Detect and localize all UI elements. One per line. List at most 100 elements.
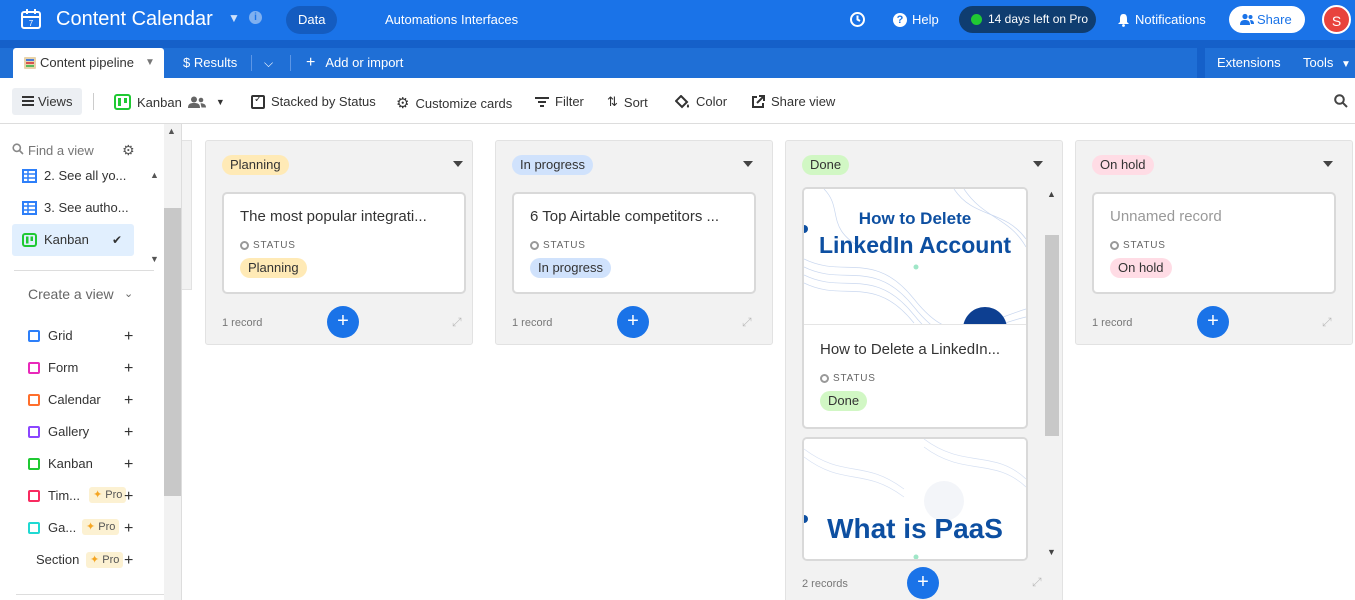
nav-data[interactable]: Data — [286, 6, 338, 34]
scroll-down-icon[interactable]: ▼ — [150, 254, 159, 264]
nav-interfaces[interactable]: Interfaces — [449, 6, 530, 34]
record-card[interactable]: The most popular integrati... STATUS Pla… — [222, 192, 466, 294]
record-card[interactable]: Unnamed record STATUS On hold — [1092, 192, 1336, 294]
scroll-up-icon[interactable]: ▲ — [1047, 189, 1056, 199]
expand-icon[interactable]: ⤢ — [1322, 315, 1332, 330]
share-view-icon — [752, 94, 765, 108]
plus-icon[interactable]: + — [124, 329, 133, 345]
expand-icon[interactable]: ⤢ — [742, 315, 752, 330]
views-label: Views — [38, 94, 73, 109]
search-icon[interactable] — [1334, 94, 1348, 108]
scroll-up-icon[interactable]: ▲ — [167, 126, 176, 136]
gear-icon[interactable]: ⚙ — [122, 142, 135, 159]
column-done: Done How to Delete LinkedIn Account How … — [785, 140, 1063, 600]
plus-icon[interactable]: + — [124, 457, 133, 473]
scroll-up-icon[interactable]: ▲ — [150, 170, 159, 180]
sort-button[interactable]: ⇅ Sort — [607, 94, 648, 110]
sidebar-item-label: 3. See autho... — [44, 200, 129, 215]
tab-content-pipeline[interactable]: Content pipeline ▼ — [13, 48, 164, 78]
chevron-down-icon[interactable]: ⌄ — [124, 287, 133, 300]
add-or-import-label: Add or import — [325, 55, 404, 70]
divider — [14, 270, 154, 271]
plus-icon[interactable]: + — [124, 553, 133, 569]
share-view-label: Share view — [771, 94, 836, 109]
chevron-down-icon[interactable]: ▼ — [145, 48, 155, 78]
sparkle-icon: ✦ — [90, 554, 100, 566]
plus-icon[interactable]: + — [124, 425, 133, 441]
caret-down-icon[interactable] — [453, 161, 463, 167]
status-field-icon — [1110, 241, 1119, 250]
pro-label: Pro — [98, 521, 116, 533]
create-view-label[interactable]: Create a view — [28, 286, 114, 302]
views-sidebar: ⚙ 2. See all yo... 3. See autho... Kanba… — [0, 124, 164, 600]
create-item-label: Gallery — [48, 424, 90, 439]
share-view-button[interactable]: Share view — [751, 94, 835, 109]
avatar[interactable]: S — [1322, 5, 1351, 34]
create-item-label: Tim... — [48, 488, 81, 503]
sidebar-item-kanban[interactable]: Kanban ✔ — [12, 224, 134, 256]
sidebar-item-view-2[interactable]: 2. See all yo... — [12, 160, 134, 192]
sidebar-item-view-3[interactable]: 3. See autho... — [12, 192, 134, 224]
base-title[interactable]: Content Calendar — [56, 8, 213, 31]
color-button[interactable]: Color — [675, 94, 727, 109]
tools-label: Tools — [1303, 55, 1334, 70]
calendar-icon — [28, 394, 40, 406]
extensions-button[interactable]: Extensions — [1217, 48, 1281, 78]
plus-icon[interactable]: + — [124, 489, 133, 505]
calendar-icon[interactable]: 7 — [20, 8, 42, 30]
add-record-button[interactable]: + — [617, 306, 649, 338]
scrollbar-thumb[interactable] — [164, 208, 181, 496]
stacked-by-button[interactable]: ✓ Stacked by Status — [251, 94, 376, 109]
record-card[interactable]: How to Delete LinkedIn Account How to De… — [802, 187, 1028, 429]
field-label: STATUS — [530, 240, 586, 251]
add-or-import-button[interactable]: + Add or import — [306, 48, 403, 78]
more-tables-chevron-icon[interactable]: ⌵ — [264, 48, 273, 78]
sort-label: Sort — [623, 94, 648, 110]
tab-results[interactable]: $ Results — [183, 48, 237, 78]
add-record-button[interactable]: + — [907, 567, 939, 599]
add-record-button[interactable]: + — [1197, 306, 1229, 338]
plus-icon[interactable]: + — [124, 393, 133, 409]
plus-icon[interactable]: + — [124, 521, 133, 537]
expand-icon[interactable]: ⤢ — [1032, 575, 1042, 590]
add-record-button[interactable]: + — [327, 306, 359, 338]
history-icon[interactable] — [849, 11, 866, 28]
scrollbar-thumb[interactable] — [1045, 235, 1059, 436]
card-title: Unnamed record — [1110, 208, 1222, 225]
caret-down-icon[interactable] — [743, 161, 753, 167]
status-badge: Planning — [240, 258, 307, 278]
record-card[interactable]: 6 Top Airtable competitors ... STATUS In… — [512, 192, 756, 294]
caret-down-icon[interactable] — [1323, 161, 1333, 167]
help-button[interactable]: ? Help — [893, 12, 939, 27]
view-switcher[interactable]: Kanban ▼ — [114, 94, 225, 110]
plus-icon[interactable]: + — [124, 361, 133, 377]
divider — [290, 55, 291, 71]
record-card[interactable]: What is PaaS — [802, 437, 1028, 561]
status-dot-icon — [971, 14, 982, 25]
record-count: 1 record — [1092, 317, 1133, 329]
notifications-button[interactable]: Notifications — [1117, 12, 1206, 27]
scroll-down-icon[interactable]: ▼ — [1047, 547, 1056, 557]
tab-emoji-icon — [24, 57, 36, 69]
card-title: How to Delete a LinkedIn... — [820, 341, 1001, 358]
caret-down-icon[interactable] — [1033, 161, 1043, 167]
views-button[interactable]: Views — [12, 88, 82, 115]
column-status-badge: In progress — [512, 155, 594, 175]
expand-icon[interactable]: ⤢ — [452, 315, 462, 330]
record-count: 1 record — [222, 317, 263, 329]
find-view-input[interactable] — [28, 142, 104, 158]
notifications-label: Notifications — [1135, 12, 1206, 27]
chevron-down-icon[interactable]: ▼ — [228, 11, 240, 25]
sidebar-scrollbar[interactable]: ▲ — [164, 124, 182, 600]
field-label: STATUS — [820, 373, 876, 384]
app-header: 7 Content Calendar ▼ i Data Automations … — [0, 0, 1355, 40]
share-button[interactable]: Share — [1229, 6, 1305, 33]
trial-badge[interactable]: 14 days left on Pro — [959, 6, 1096, 33]
filter-button[interactable]: Filter — [535, 94, 584, 109]
tools-button[interactable]: Tools ▼ — [1303, 48, 1351, 78]
column-scrollbar[interactable]: ▲ ▼ — [1044, 187, 1061, 561]
customize-cards-button[interactable]: ⚙ Customize cards — [396, 94, 512, 112]
info-icon[interactable]: i — [249, 11, 262, 24]
pro-label: Pro — [102, 554, 120, 566]
sidebar-item-label: Kanban — [44, 232, 89, 247]
